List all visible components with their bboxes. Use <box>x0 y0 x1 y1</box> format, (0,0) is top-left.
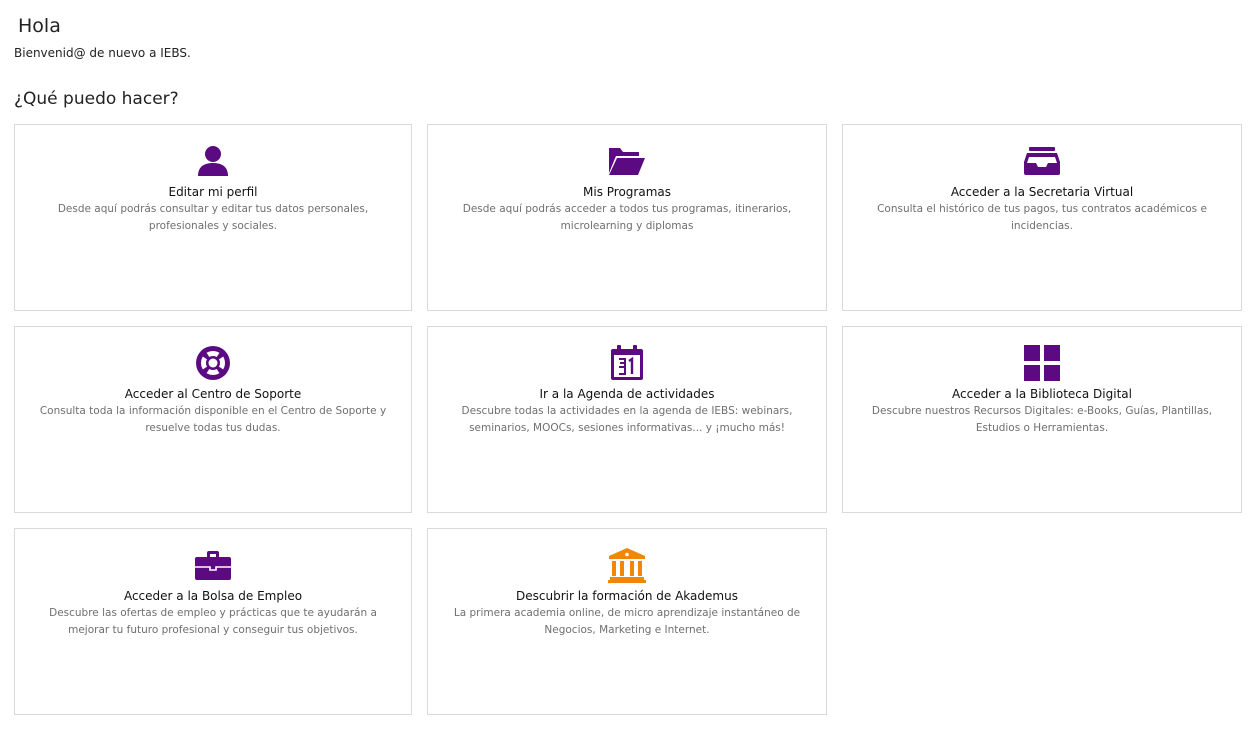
card-title: Acceder a la Secretaria Virtual <box>950 185 1134 199</box>
card-editar-perfil[interactable]: Editar mi perfil Desde aquí podrás consu… <box>14 124 412 311</box>
card-title: Acceder a la Biblioteca Digital <box>952 387 1132 401</box>
card-title: Acceder a la Bolsa de Empleo <box>123 589 303 603</box>
card-description: La primera academia online, de micro apr… <box>453 607 801 636</box>
card-secretaria-virtual[interactable]: Acceder a la Secretaria Virtual Consulta… <box>842 124 1242 311</box>
grid-icon <box>1022 343 1062 383</box>
folder-open-icon <box>607 141 647 181</box>
card-description: Desde aquí podrás consultar y editar tus… <box>57 203 369 232</box>
card-mis-programas[interactable]: Mis Programas Desde aquí podrás acceder … <box>427 124 827 311</box>
card-description: Descubre nuestros Recursos Digitales: e-… <box>871 405 1213 434</box>
user-icon <box>193 141 233 181</box>
card-bolsa-empleo[interactable]: Acceder a la Bolsa de Empleo Descubre la… <box>14 528 412 715</box>
card-akademus[interactable]: Descubrir la formación de Akademus La pr… <box>427 528 827 715</box>
card-title: Acceder al Centro de Soporte <box>124 387 302 401</box>
card-description: Consulta el histórico de tus pagos, tus … <box>877 203 1207 232</box>
card-description: Consulta toda la información disponible … <box>39 405 387 434</box>
inbox-tray-icon <box>1022 141 1062 181</box>
greeting-heading: Hola <box>18 15 61 37</box>
card-title: Mis Programas <box>583 185 671 199</box>
briefcase-icon <box>193 545 233 585</box>
card-biblioteca-digital[interactable]: Acceder a la Biblioteca Digital Descubre… <box>842 326 1242 513</box>
card-agenda-actividades[interactable]: Ir a la Agenda de actividades Descubre t… <box>427 326 827 513</box>
card-centro-soporte[interactable]: Acceder al Centro de Soporte Consulta to… <box>14 326 412 513</box>
section-title: ¿Qué puedo hacer? <box>14 89 179 109</box>
card-title: Descubrir la formación de Akademus <box>516 589 738 603</box>
welcome-text: Bienvenid@ de nuevo a IEBS. <box>14 46 191 60</box>
card-title: Editar mi perfil <box>168 185 258 199</box>
calendar-icon <box>607 343 647 383</box>
card-title: Ir a la Agenda de actividades <box>539 387 715 401</box>
life-ring-icon <box>193 343 233 383</box>
card-description: Descubre las ofertas de empleo y práctic… <box>49 607 377 636</box>
card-description: Desde aquí podrás acceder a todos tus pr… <box>462 203 792 232</box>
institution-icon <box>607 545 647 585</box>
card-description: Descubre todas la actividades en la agen… <box>461 405 793 434</box>
